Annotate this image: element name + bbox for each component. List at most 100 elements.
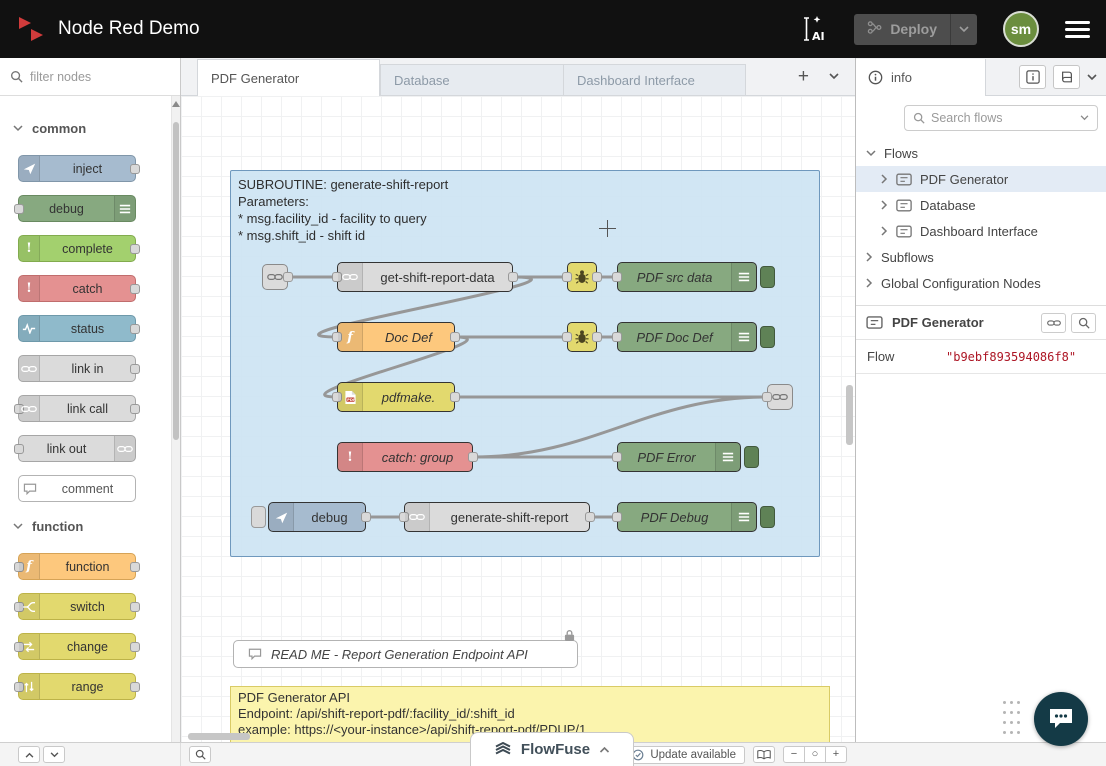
palette-node-complete[interactable]: !complete (18, 235, 136, 262)
update-available-button[interactable]: Update available (623, 746, 745, 764)
palette-node-range[interactable]: range (18, 673, 136, 700)
main-menu-button[interactable] (1065, 17, 1090, 42)
node-output-port[interactable] (130, 244, 140, 254)
ai-assistant-button[interactable]: AI (796, 14, 828, 44)
palette-category-header-function[interactable]: function (0, 512, 171, 540)
deploy-options-caret[interactable] (950, 14, 977, 45)
flows-search-input[interactable] (931, 111, 1074, 125)
node-input-port[interactable] (612, 512, 622, 522)
tab-list-caret[interactable] (829, 73, 839, 80)
node-output-port[interactable] (450, 332, 460, 342)
node-input-port[interactable] (14, 204, 24, 214)
node-output-port[interactable] (130, 602, 140, 612)
node-output-port[interactable] (450, 392, 460, 402)
guide-book-button[interactable] (753, 746, 775, 763)
tab-info[interactable]: info (856, 59, 986, 96)
node-output-port[interactable] (592, 272, 602, 282)
search-flow-button[interactable] (1071, 313, 1096, 333)
node-generate-shift-report[interactable]: generate-shift-report (404, 502, 590, 532)
tab-pdf-generator[interactable]: PDF Generator (197, 59, 380, 96)
node-output-port[interactable] (130, 284, 140, 294)
palette-collapse-all-button[interactable] (18, 746, 40, 763)
node-output-port[interactable] (592, 332, 602, 342)
tree-item-flows[interactable]: Flows (856, 140, 1106, 166)
node-output-port[interactable] (130, 364, 140, 374)
tab-dashboard-interface[interactable]: Dashboard Interface (563, 64, 746, 95)
node-input-port[interactable] (14, 444, 24, 454)
palette-node-switch[interactable]: switch (18, 593, 136, 620)
canvas-horizontal-scrollbar-thumb[interactable] (188, 733, 250, 740)
tree-item-dashboard-interface[interactable]: Dashboard Interface (856, 218, 1106, 244)
node-pdf-error[interactable]: PDF Error (617, 442, 741, 472)
debug-toggle-button[interactable] (760, 326, 775, 348)
node-output-port[interactable] (130, 404, 140, 414)
node-link-in-1[interactable] (262, 264, 288, 290)
node-link-out-1[interactable] (767, 384, 793, 410)
palette-node-comment[interactable]: comment (18, 475, 136, 502)
debug-toggle-button[interactable] (744, 446, 759, 468)
flowfuse-panel-button[interactable]: FlowFuse (470, 732, 634, 766)
node-input-port[interactable] (562, 332, 572, 342)
node-input-port[interactable] (612, 452, 622, 462)
node-output-port[interactable] (130, 682, 140, 692)
node-bug-1[interactable] (567, 262, 597, 292)
node-output-port[interactable] (468, 452, 478, 462)
node-pdf-debug[interactable]: PDF Debug (617, 502, 757, 532)
tab-database[interactable]: Database (380, 64, 563, 95)
canvas-surface[interactable]: SUBROUTINE: generate-shift-report Parame… (181, 96, 855, 742)
palette-node-link-in[interactable]: link in (18, 355, 136, 382)
palette-filter-input[interactable] (30, 70, 191, 84)
debug-toggle-button[interactable] (760, 506, 775, 528)
palette-node-change[interactable]: change (18, 633, 136, 660)
node-pdf-doc-def[interactable]: PDF Doc Def (617, 322, 757, 352)
node-input-port[interactable] (562, 272, 572, 282)
debug-toggle-button[interactable] (760, 266, 775, 288)
scroll-up-arrow-icon[interactable] (172, 101, 180, 107)
flows-search[interactable] (904, 105, 1098, 131)
tree-item-pdf-generator[interactable]: PDF Generator (856, 166, 1106, 192)
tree-item-global-configuration-nodes[interactable]: Global Configuration Nodes (856, 270, 1106, 296)
node-bug-2[interactable] (567, 322, 597, 352)
node-input-port[interactable] (612, 272, 622, 282)
zoom-out-button[interactable]: − (783, 746, 805, 763)
zoom-reset-button[interactable]: ○ (804, 746, 826, 763)
zoom-in-button[interactable]: + (825, 746, 847, 763)
node-catch-group[interactable]: !catch: group (337, 442, 473, 472)
sidebar-tabs-menu-caret[interactable] (1087, 74, 1097, 81)
node-output-port[interactable] (130, 642, 140, 652)
comment-node[interactable]: READ ME - Report Generation Endpoint API (233, 640, 578, 668)
node-output-port[interactable] (130, 562, 140, 572)
inject-button[interactable] (251, 506, 266, 528)
node-pdf-src-data[interactable]: PDF src data (617, 262, 757, 292)
tree-item-database[interactable]: Database (856, 192, 1106, 218)
add-flow-button[interactable]: + (798, 67, 809, 86)
palette-node-link-out[interactable]: link out (18, 435, 136, 462)
user-avatar[interactable]: sm (1003, 11, 1039, 47)
node-pdfmake[interactable]: PDFpdfmake. (337, 382, 455, 412)
canvas-vertical-scrollbar-thumb[interactable] (846, 385, 853, 445)
node-output-port[interactable] (361, 512, 371, 522)
sidebar-tab-info-button[interactable] (1019, 65, 1046, 89)
palette-node-link-call[interactable]: link call (18, 395, 136, 422)
palette-expand-all-button[interactable] (43, 746, 65, 763)
node-output-port[interactable] (130, 164, 140, 174)
palette-node-inject[interactable]: inject (18, 155, 136, 182)
palette-scrollbar-thumb[interactable] (173, 122, 179, 440)
node-doc-def[interactable]: fDoc Def (337, 322, 455, 352)
node-inject-debug[interactable]: debug (268, 502, 366, 532)
node-input-port[interactable] (612, 332, 622, 342)
node-input-port[interactable] (762, 392, 772, 402)
node-output-port[interactable] (283, 272, 293, 282)
palette-node-catch[interactable]: !catch (18, 275, 136, 302)
copy-link-button[interactable] (1041, 313, 1066, 333)
palette-node-debug[interactable]: debug (18, 195, 136, 222)
node-output-port[interactable] (508, 272, 518, 282)
node-get-shift-report-data[interactable]: get-shift-report-data (337, 262, 513, 292)
node-output-port[interactable] (585, 512, 595, 522)
palette-node-status[interactable]: status (18, 315, 136, 342)
chat-drag-handle[interactable] (1003, 701, 1024, 741)
palette-category-header-common[interactable]: common (0, 114, 171, 142)
search-flows-button[interactable] (189, 746, 211, 763)
chat-widget-button[interactable] (1034, 692, 1088, 746)
tree-item-subflows[interactable]: Subflows (856, 244, 1106, 270)
